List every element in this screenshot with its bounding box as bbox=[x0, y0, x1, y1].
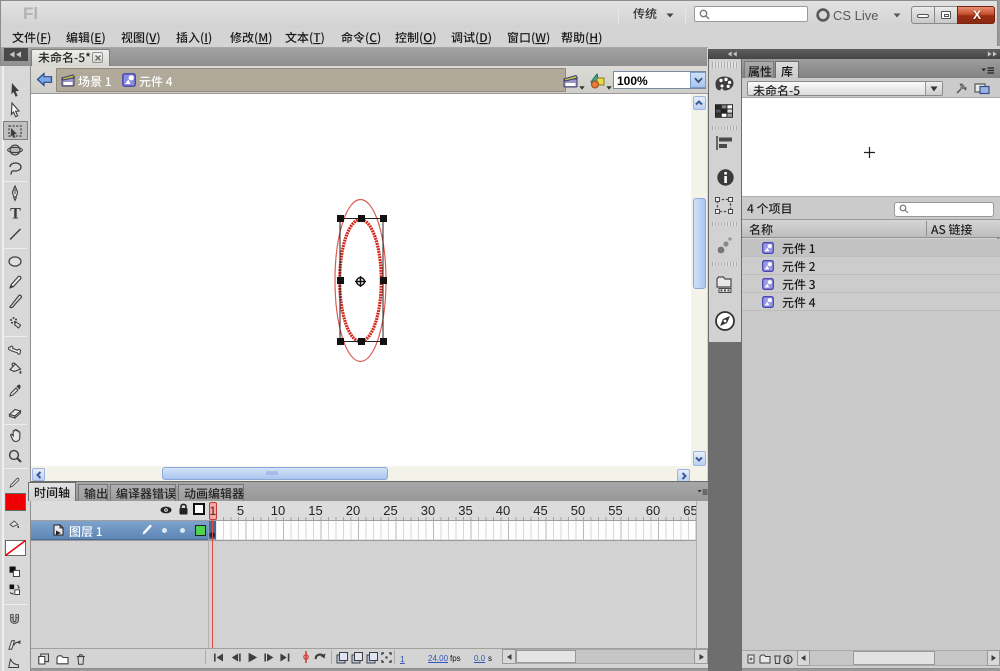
svg-text:T: T bbox=[10, 206, 21, 223]
